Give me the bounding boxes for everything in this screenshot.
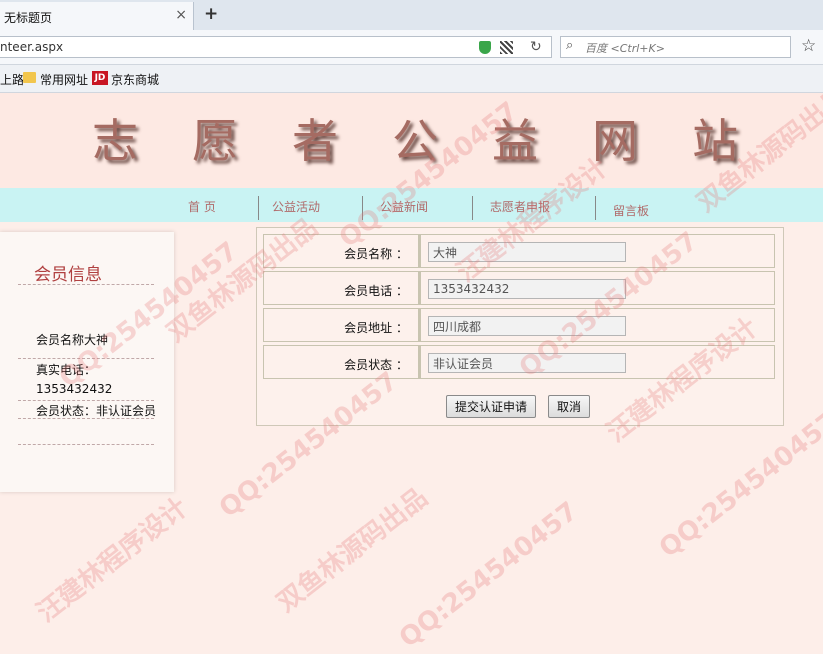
address-text: nteer.aspx [0,40,64,54]
menu-divider [472,196,473,220]
submit-certification-button[interactable]: 提交认证申请 [446,395,537,418]
banner-char: 公 [392,114,438,168]
search-icon: ⌕ [566,38,574,53]
status-label: 会员状态 ： [344,358,408,372]
close-icon[interactable]: × [175,7,187,23]
divider [18,444,154,445]
banner-char: 志 [92,114,138,168]
menu-item-volunteer-apply[interactable]: 志愿者申报 [490,198,550,215]
form-row-status: 会员状态 ： [263,345,775,379]
browser-nav-bar: nteer.aspx ↻ ⌕ 百度 <Ctrl+K> ☆ [0,30,823,65]
form-row-phone: 会员电话 ： [263,271,775,305]
watermark-source: 双鱼林源码出品 [271,482,434,619]
qr-code-icon[interactable] [500,41,513,54]
banner-char: 愿 [192,114,238,168]
bookmark-star-icon[interactable]: ☆ [801,36,816,56]
menu-item-news[interactable]: 公益新闻 [380,198,428,215]
bookmarks-bar: 上路 常用网址 JD 京东商城 [0,65,823,93]
browser-tab-bar: 无标题页 × + [0,0,823,30]
banner-char: 益 [492,114,538,168]
menu-divider [258,196,259,220]
watermark-designer: 汪建林程序设计 [31,492,194,629]
main-menu: 首 页 公益活动 公益新闻 志愿者申报 留言板 [0,188,823,222]
browser-tab[interactable]: 无标题页 × [0,2,194,30]
address-label: 会员地址 ： [344,321,408,335]
search-placeholder: 百度 <Ctrl+K> [585,42,665,55]
member-info-title: 会员信息 [34,265,102,285]
row-divider [418,272,421,304]
form-row-name: 会员名称 ： [263,234,775,268]
reload-icon[interactable]: ↻ [530,39,542,55]
shield-icon[interactable] [479,41,491,54]
bookmark-item-jd[interactable]: 京东商城 [111,71,159,88]
watermark-qq: QQ:254540457 [653,406,823,564]
divider [18,400,154,401]
divider [18,418,154,419]
name-label: 会员名称 ： [344,247,408,261]
row-divider [418,309,421,341]
member-info-panel: 会员信息 会员名称大神 真实电话：1353432432 会员状态：非认证会员 [0,232,174,492]
member-address-field[interactable] [428,316,626,336]
bookmark-item-common[interactable]: 常用网址 [40,71,88,88]
menu-divider [362,196,363,220]
menu-divider [595,196,596,220]
cancel-button[interactable]: 取消 [548,395,591,418]
divider [18,358,154,359]
search-box[interactable]: ⌕ 百度 <Ctrl+K> [560,36,791,58]
banner-char: 者 [292,114,338,168]
tab-title: 无标题页 [4,11,53,25]
row-divider [418,235,421,267]
menu-item-home[interactable]: 首 页 [188,198,216,215]
divider [18,284,154,285]
banner-char: 站 [692,114,738,168]
jd-logo-icon: JD [92,71,108,85]
phone-label: 会员电话 ： [344,284,408,298]
address-bar[interactable]: nteer.aspx ↻ [0,36,552,58]
certification-form: 会员名称 ： 会员电话 ： 会员地址 ： 会员状态 ： 提交认证申请 取消 [256,227,784,426]
new-tab-icon[interactable]: + [204,4,218,24]
member-name-line: 会员名称大神 [36,333,109,347]
member-name-field[interactable] [428,242,626,262]
bookmark-item-road[interactable]: 上路 [0,71,24,88]
folder-icon [23,72,36,83]
menu-item-activities[interactable]: 公益活动 [272,198,320,215]
banner-char: 网 [592,114,638,168]
menu-item-message-board[interactable]: 留言板 [613,202,649,219]
watermark-qq: QQ:254540457 [393,496,584,654]
member-status-field[interactable] [428,353,626,373]
member-phone-line: 真实电话：1353432432 [36,363,113,396]
member-phone-field[interactable] [428,279,626,299]
form-row-address: 会员地址 ： [263,308,775,342]
row-divider [418,346,421,378]
site-banner: 志 愿 者 公 益 网 站 [0,93,823,188]
